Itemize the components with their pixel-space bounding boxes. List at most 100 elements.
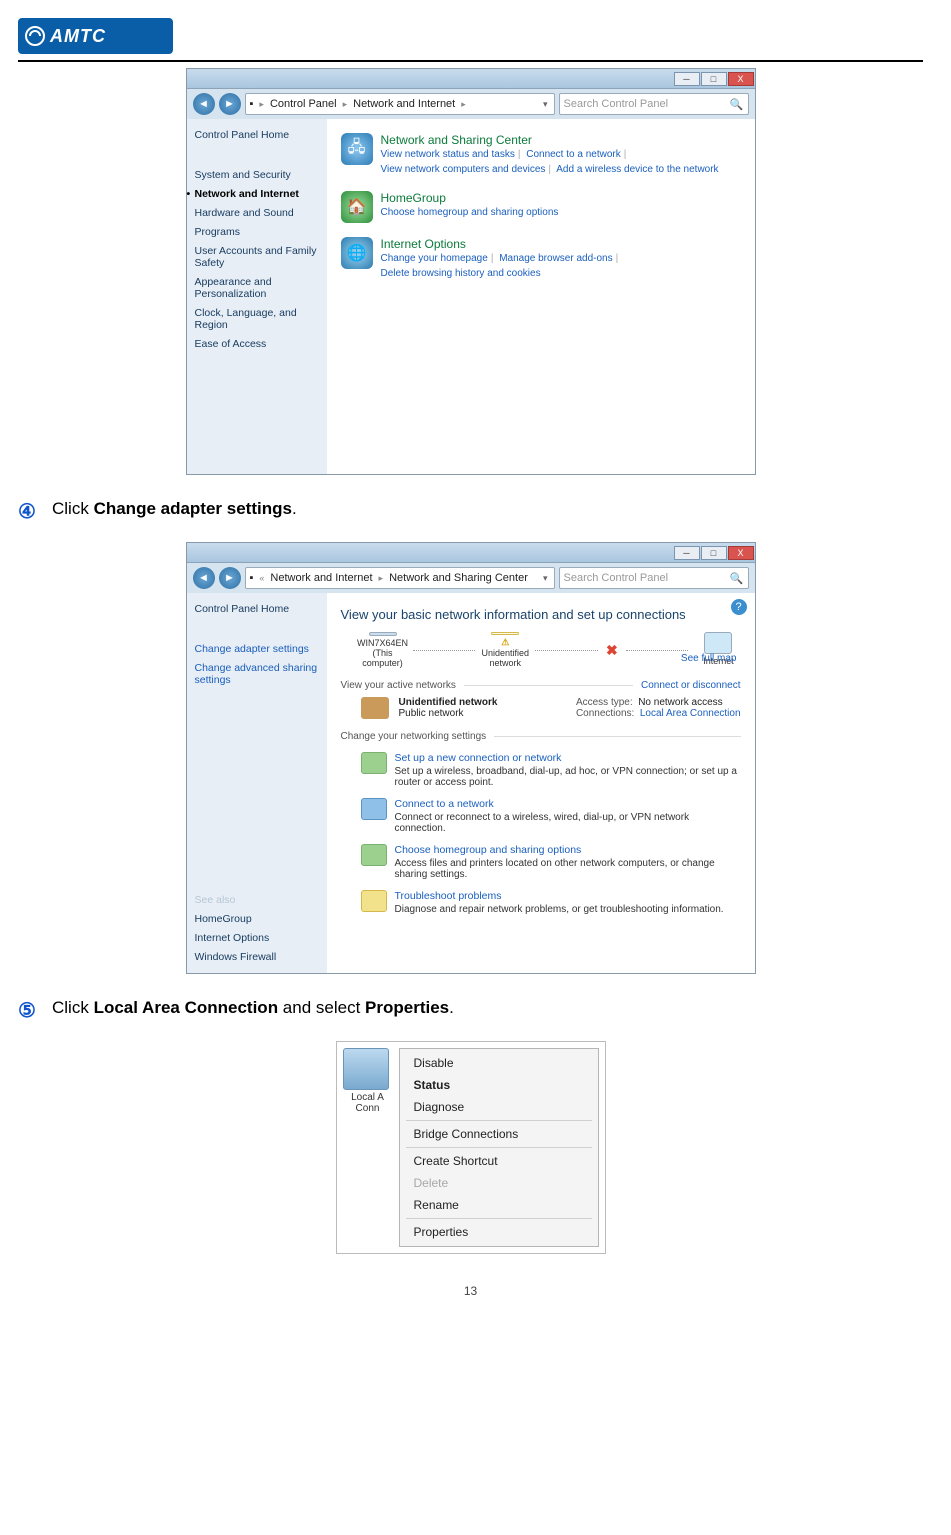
sidebar-seealso-item[interactable]: Windows Firewall bbox=[195, 951, 319, 963]
close-button[interactable]: X bbox=[728, 546, 754, 560]
context-menu-item[interactable]: Diagnose bbox=[400, 1096, 598, 1118]
context-menu-item[interactable]: Bridge Connections bbox=[400, 1123, 598, 1145]
search-icon: 🔍 bbox=[730, 98, 744, 111]
link[interactable]: Change your homepage bbox=[381, 253, 488, 264]
breadcrumb-item[interactable]: Control Panel bbox=[270, 98, 337, 110]
sidebar-item[interactable]: Control Panel Home bbox=[195, 129, 319, 141]
sidebar-item[interactable]: User Accounts and Family Safety bbox=[195, 245, 319, 269]
task-link[interactable]: Choose homegroup and sharing options bbox=[395, 844, 741, 856]
breadcrumb[interactable]: ▪ ▸ Control Panel ▸ Network and Internet… bbox=[245, 93, 555, 115]
sidebar-seealso-label: See also bbox=[195, 894, 319, 906]
sidebar-item[interactable]: Hardware and Sound bbox=[195, 207, 319, 219]
active-network-box: Unidentified network Public network Acce… bbox=[341, 697, 741, 719]
breadcrumb-item[interactable]: Network and Internet bbox=[353, 98, 455, 110]
context-menu-item[interactable]: Rename bbox=[400, 1194, 598, 1216]
task-row: Set up a new connection or networkSet up… bbox=[361, 752, 741, 788]
sidebar-seealso-item[interactable]: Internet Options bbox=[195, 932, 319, 944]
page-number: 13 bbox=[18, 1284, 923, 1298]
link[interactable]: Delete browsing history and cookies bbox=[381, 268, 541, 279]
category-title[interactable]: Internet Options bbox=[381, 237, 622, 251]
breadcrumb-dropdown[interactable]: ▾ bbox=[541, 99, 550, 110]
map-node-pc: WIN7X64EN (This computer) bbox=[361, 632, 405, 668]
task-link[interactable]: Connect to a network bbox=[395, 798, 741, 810]
sidebar-item[interactable]: Control Panel Home bbox=[195, 603, 319, 615]
sidebar-item[interactable]: Ease of Access bbox=[195, 338, 319, 350]
brand-header: AMTC bbox=[18, 18, 923, 54]
screenshot-control-panel: ─ □ X ◄ ► ▪ ▸ Control Panel ▸ Network an… bbox=[186, 68, 756, 475]
link[interactable]: View network computers and devices bbox=[381, 164, 546, 175]
brand-text: AMTC bbox=[50, 26, 106, 47]
link[interactable]: Connect to a network bbox=[526, 149, 621, 160]
back-button[interactable]: ◄ bbox=[193, 567, 215, 589]
step-number: ⑤ bbox=[18, 998, 52, 1023]
back-button[interactable]: ◄ bbox=[193, 93, 215, 115]
search-input[interactable]: Search Control Panel 🔍 bbox=[559, 93, 749, 115]
breadcrumb-icon: ▪ bbox=[250, 98, 254, 110]
step-4: ④ Click Change adapter settings. bbox=[18, 499, 923, 524]
breadcrumb-sep: ▸ bbox=[259, 99, 264, 110]
adapter-icon bbox=[343, 1048, 389, 1090]
maximize-button[interactable]: □ bbox=[701, 72, 727, 86]
sidebar-item[interactable]: Clock, Language, and Region bbox=[195, 307, 319, 331]
link[interactable]: View network status and tasks bbox=[381, 149, 515, 160]
address-bar: ◄ ► ▪ ▸ Control Panel ▸ Network and Inte… bbox=[187, 89, 755, 119]
globe-icon bbox=[704, 632, 732, 654]
see-full-map-link[interactable]: See full map bbox=[681, 653, 737, 664]
setup-connection-icon bbox=[361, 752, 387, 774]
local-area-connection-link[interactable]: Local Area Connection bbox=[640, 708, 741, 719]
breadcrumb-item[interactable]: Network and Sharing Center bbox=[389, 572, 528, 584]
breadcrumb-dropdown[interactable]: ▾ bbox=[541, 573, 550, 584]
screenshot-network-sharing-center: ─ □ X ◄ ► ▪ « Network and Internet ▸ Net… bbox=[186, 542, 756, 974]
link[interactable]: Choose homegroup and sharing options bbox=[381, 207, 559, 218]
connect-disconnect-link[interactable]: Connect or disconnect bbox=[641, 680, 741, 691]
connect-network-icon bbox=[361, 798, 387, 820]
sidebar: Control Panel Home Change adapter settin… bbox=[187, 593, 327, 973]
context-menu-item[interactable]: Create Shortcut bbox=[400, 1150, 598, 1172]
brand-icon bbox=[24, 25, 46, 47]
close-button[interactable]: X bbox=[728, 72, 754, 86]
main-panel: 🖧 Network and Sharing Center View networ… bbox=[327, 119, 755, 474]
section-change-settings: Change your networking settings bbox=[341, 731, 741, 742]
computer-icon bbox=[369, 632, 397, 636]
forward-button[interactable]: ► bbox=[219, 567, 241, 589]
sidebar-link-change-adapter[interactable]: Change adapter settings bbox=[195, 643, 319, 655]
screenshot-context-menu: Local A Conn DisableStatusDiagnose Bridge… bbox=[336, 1041, 606, 1254]
breadcrumb[interactable]: ▪ « Network and Internet ▸ Network and S… bbox=[245, 567, 555, 589]
local-area-connection-icon[interactable]: Local A Conn bbox=[343, 1048, 393, 1247]
homegroup-icon: 🏠 bbox=[341, 191, 373, 223]
forward-button[interactable]: ► bbox=[219, 93, 241, 115]
main-panel: ? View your basic network information an… bbox=[327, 593, 755, 973]
context-menu-item[interactable]: Status bbox=[400, 1074, 598, 1096]
help-icon[interactable]: ? bbox=[731, 599, 747, 615]
minimize-button[interactable]: ─ bbox=[674, 72, 700, 86]
network-sharing-icon: 🖧 bbox=[341, 133, 373, 165]
breadcrumb-item[interactable]: Network and Internet bbox=[270, 572, 372, 584]
sidebar-item[interactable]: Programs bbox=[195, 226, 319, 238]
link[interactable]: Add a wireless device to the network bbox=[556, 164, 718, 175]
warning-icon bbox=[491, 632, 519, 635]
sidebar-item[interactable]: System and Security bbox=[195, 169, 319, 181]
maximize-button[interactable]: □ bbox=[701, 546, 727, 560]
search-input[interactable]: Search Control Panel 🔍 bbox=[559, 567, 749, 589]
context-menu-item[interactable]: Disable bbox=[400, 1052, 598, 1074]
search-placeholder: Search Control Panel bbox=[564, 98, 669, 110]
task-link[interactable]: Troubleshoot problems bbox=[395, 890, 724, 902]
bench-icon bbox=[361, 697, 389, 719]
minimize-button[interactable]: ─ bbox=[674, 546, 700, 560]
category-row: 🌐 Internet Options Change your homepage|… bbox=[341, 237, 741, 281]
context-menu-item[interactable]: Properties bbox=[400, 1221, 598, 1243]
window-titlebar: ─ □ X bbox=[187, 69, 755, 89]
sidebar-link-advanced-sharing[interactable]: Change advanced sharing settings bbox=[195, 662, 319, 686]
sidebar-seealso-item[interactable]: HomeGroup bbox=[195, 913, 319, 925]
category-title[interactable]: HomeGroup bbox=[381, 191, 559, 205]
step-text: Click Local Area Connection and select P… bbox=[52, 998, 454, 1018]
sidebar-item[interactable]: Appearance and Personalization bbox=[195, 276, 319, 300]
task-row: Connect to a networkConnect or reconnect… bbox=[361, 798, 741, 834]
task-link[interactable]: Set up a new connection or network bbox=[395, 752, 741, 764]
breadcrumb-sep: ▸ bbox=[461, 99, 466, 110]
search-icon: 🔍 bbox=[730, 572, 744, 585]
category-title[interactable]: Network and Sharing Center bbox=[381, 133, 719, 147]
link[interactable]: Manage browser add-ons bbox=[499, 253, 612, 264]
sidebar-item-active[interactable]: Network and Internet bbox=[195, 188, 319, 200]
context-menu: DisableStatusDiagnose Bridge Connections C… bbox=[399, 1048, 599, 1247]
